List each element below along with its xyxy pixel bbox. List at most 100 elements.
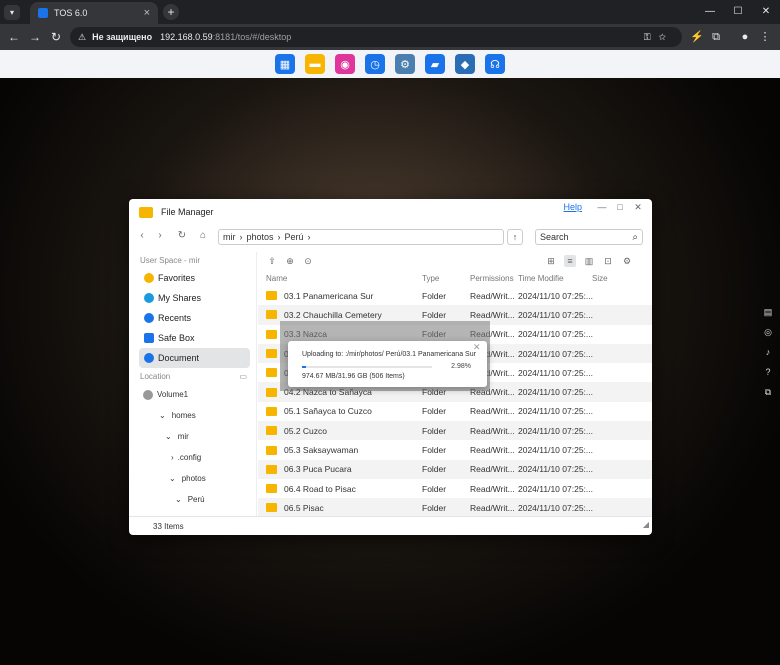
tab-list-button[interactable]: ▾ (4, 5, 20, 20)
back-nav-icon[interactable]: ‹ (135, 229, 149, 243)
docker-icon[interactable]: ◆ (455, 54, 475, 74)
profile-icon[interactable]: ● (736, 28, 754, 46)
table-row[interactable]: 06.3 Puca Pucara Folder Read/Writ... 202… (258, 459, 652, 479)
list-view-icon[interactable]: ≡ (564, 255, 576, 267)
settings-gear-icon[interactable]: ⚙ (395, 54, 415, 74)
table-row[interactable]: 05.1 Sañayca to Cuzco Folder Read/Writ..… (258, 401, 652, 422)
browser-tab[interactable]: TOS 6.0 × (30, 2, 158, 24)
column-type[interactable]: Type (422, 274, 470, 283)
chat-icon[interactable]: ◎ (762, 326, 774, 338)
close-tab-icon[interactable]: × (144, 7, 150, 19)
tree-item-config[interactable]: › .config (129, 447, 255, 468)
table-row[interactable]: 06.4 Road to Pisac Folder Read/Writ... 2… (258, 478, 652, 499)
browser-menu-icon[interactable]: ⋮ (756, 28, 774, 46)
help-icon[interactable]: ? (762, 366, 774, 378)
chevron-right-icon[interactable]: › (171, 453, 174, 462)
new-tab-button[interactable]: + (163, 4, 179, 20)
forward-nav-icon[interactable]: › (153, 229, 167, 243)
settings-icon[interactable]: ⚙ (621, 255, 633, 267)
close-icon[interactable]: ✕ (632, 202, 644, 213)
add-icon[interactable]: ⊕ (284, 255, 296, 267)
file-type-cell: Folder (422, 502, 447, 513)
new-folder-icon[interactable]: ⊡ (602, 255, 614, 267)
tree-item-peru[interactable]: ⌄ Perú (129, 489, 255, 510)
file-type-cell: Folder (422, 290, 447, 301)
notes-icon[interactable]: ▤ (762, 306, 774, 318)
home-icon[interactable]: ⌂ (196, 229, 210, 243)
chevron-down-icon[interactable]: ⌄ (169, 474, 176, 483)
share-icon (144, 293, 154, 303)
table-row[interactable]: 05.3 Saksaywaman Folder Read/Writ... 202… (258, 440, 652, 460)
column-permissions[interactable]: Permissions (470, 274, 518, 283)
minimize-window-button[interactable]: — (700, 4, 720, 20)
help-link[interactable]: Help (563, 202, 582, 212)
extensions-puzzle-icon[interactable]: ⧉ (707, 28, 725, 46)
column-time-modified[interactable]: Time Modified (518, 274, 564, 283)
storage-icon[interactable]: ▭ (239, 370, 247, 384)
close-upload-dialog-icon[interactable]: ✕ (473, 342, 481, 353)
maximize-icon[interactable]: □ (614, 202, 626, 212)
breadcrumb[interactable]: mir › photos › Perú › (218, 229, 504, 245)
sidebar-item-recents[interactable]: Recents (129, 308, 255, 328)
breadcrumb-item-photos[interactable]: photos (247, 232, 274, 242)
reload-icon[interactable]: ↻ (47, 28, 65, 46)
chevron-down-icon[interactable]: ⌄ (159, 411, 166, 420)
url-input[interactable]: ⚠ Не защищено 192.168.0.59:8181/tos/#/de… (70, 27, 682, 47)
file-name-cell: 06.4 Road to Pisac (258, 484, 422, 494)
file-permissions-cell: Read/Writ... (470, 483, 515, 494)
sidebar-item-my-shares[interactable]: My Shares (129, 288, 255, 308)
column-size[interactable]: Size (564, 274, 608, 283)
tree-item-label: homes (171, 411, 196, 420)
folder-icon (266, 503, 277, 513)
bookmark-star-icon[interactable]: ⚿☆ (644, 32, 674, 43)
sidebar-item-safe-box[interactable]: Safe Box (129, 328, 255, 348)
file-name-cell: 03.1 Panamericana Sur (258, 291, 422, 301)
refresh-icon[interactable]: ↻ (175, 229, 189, 243)
bag-icon[interactable]: ▰ (425, 54, 445, 74)
file-permissions-cell: Read/Writ... (470, 309, 515, 320)
minimize-icon[interactable]: — (596, 202, 608, 212)
file-name: 05.3 Saksaywaman (284, 445, 359, 456)
sidebar-item-document[interactable]: Document (139, 348, 250, 368)
grid-view-icon[interactable]: ⊞ (545, 255, 557, 267)
upload-icon[interactable]: ⇪ (266, 255, 278, 267)
breadcrumb-item-mir[interactable]: mir (223, 232, 236, 242)
table-row[interactable]: 06.5 Pisac Folder Read/Writ... 2024/11/1… (258, 498, 652, 517)
forward-icon[interactable]: → (26, 28, 44, 46)
table-row[interactable]: 05.2 Cuzco Folder Read/Writ... 2024/11/1… (258, 421, 652, 441)
extension-icon[interactable]: ⚡ (688, 28, 706, 46)
tree-item-mir[interactable]: ⌄ mir (129, 426, 255, 447)
clock-icon[interactable]: ◷ (365, 54, 385, 74)
close-window-button[interactable]: ✕ (756, 4, 776, 20)
sidebar-item-favorites[interactable]: Favorites (129, 268, 255, 288)
store-icon[interactable]: ◉ (335, 54, 355, 74)
maximize-window-button[interactable]: ☐ (728, 4, 748, 20)
chevron-down-icon[interactable]: ⌄ (165, 432, 172, 441)
more-icon[interactable]: ⊙ (302, 255, 314, 267)
folder-icon (266, 387, 277, 397)
tree-item-volume1[interactable]: Volume1 (129, 384, 255, 405)
breadcrumb-item-peru[interactable]: Perú (285, 232, 304, 242)
search-input[interactable]: Search ⌕ (535, 229, 643, 245)
windows-icon[interactable]: ⧉ (762, 386, 774, 398)
column-name[interactable]: Name (258, 274, 422, 283)
bell-icon[interactable]: ♪ (762, 346, 774, 358)
back-icon[interactable]: ← (5, 28, 23, 46)
table-row[interactable]: 03.1 Panamericana Sur Folder Read/Writ..… (258, 286, 652, 306)
support-headset-icon[interactable]: ☊ (485, 54, 505, 74)
folder-icon[interactable]: ▬ (305, 54, 325, 74)
search-icon[interactable]: ⌕ (632, 232, 638, 243)
file-permissions-cell: Read/Writ... (470, 406, 515, 417)
tree-item-photos[interactable]: ⌄ photos (129, 468, 255, 489)
file-time-cell: 2024/11/10 07:25:... (518, 502, 593, 513)
resize-handle-icon[interactable]: ◢ (643, 515, 649, 534)
file-name: 06.4 Road to Pisac (284, 483, 356, 494)
file-time-cell: 2024/11/10 07:25:... (518, 290, 593, 301)
tree-item-homes[interactable]: ⌄ homes (129, 405, 255, 426)
columns-view-icon[interactable]: ▥ (583, 255, 595, 267)
chevron-down-icon[interactable]: ⌄ (175, 495, 182, 504)
apps-grid-icon[interactable]: ▦ (275, 54, 295, 74)
file-time-cell: 2024/11/10 07:25:... (518, 464, 593, 475)
go-up-icon[interactable]: ↑ (507, 229, 523, 245)
not-secure-icon[interactable]: ⚠ (78, 32, 86, 43)
